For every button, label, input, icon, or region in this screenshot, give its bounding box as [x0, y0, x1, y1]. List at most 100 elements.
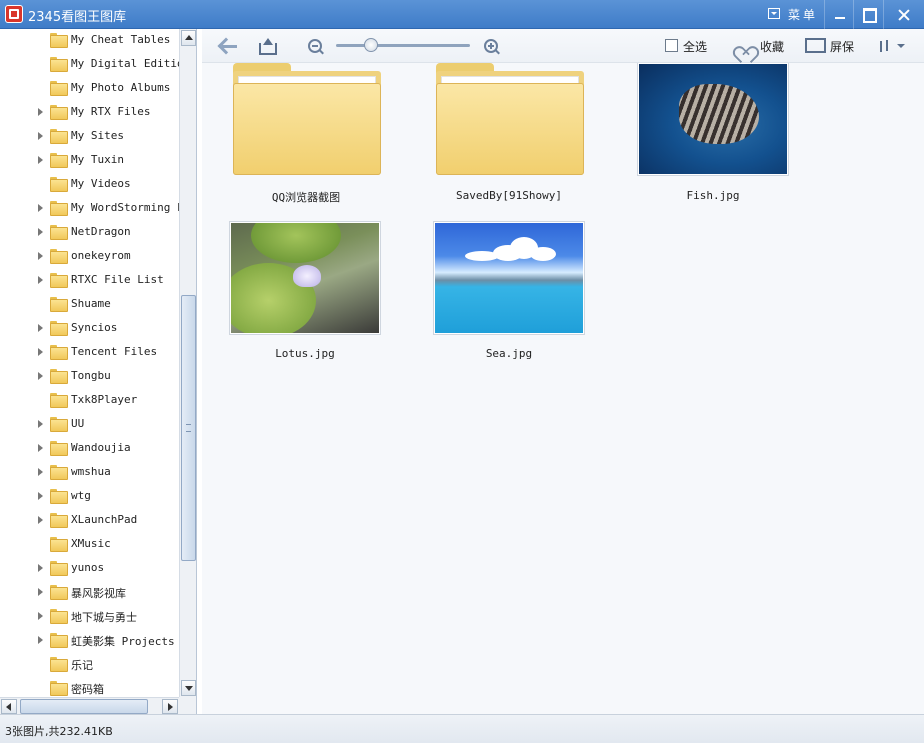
folder-tree: My Cheat Tables My Digital Editions My Pho… [0, 29, 179, 697]
favorite-button[interactable]: 收藏 [760, 38, 784, 55]
folder-tile[interactable]: QQ浏览器截图 [230, 63, 382, 213]
sidebar-folder-item[interactable]: My Videos [0, 173, 179, 195]
folder-icon [436, 63, 584, 175]
image-tile[interactable]: Fish.jpg [637, 63, 789, 213]
tile-name: Fish.jpg [686, 189, 740, 202]
sidebar-folder-item[interactable]: RTXC File List [0, 269, 179, 291]
menu-button[interactable]: 菜单 [760, 3, 824, 25]
status-text: 3张图片,共232.41KB [5, 725, 113, 738]
expand-arrow-icon[interactable] [38, 516, 43, 524]
sidebar-folder-item[interactable]: wmshua [0, 461, 179, 483]
expand-arrow-icon[interactable] [38, 444, 43, 452]
sort-icon[interactable] [878, 38, 905, 54]
close-button[interactable] [883, 0, 924, 29]
expand-arrow-icon[interactable] [38, 588, 43, 596]
screensaver-button[interactable]: 屏保 [830, 38, 854, 55]
sidebar-folder-item[interactable]: yunos [0, 557, 179, 579]
sidebar-folder-item[interactable]: XLaunchPad [0, 509, 179, 531]
scroll-right-button[interactable] [162, 699, 178, 714]
sidebar-folder-label: My Digital Editions [71, 57, 179, 70]
scroll-thumb[interactable] [181, 295, 196, 561]
folder-icon [50, 57, 68, 72]
sidebar-folder-item[interactable]: Shuame [0, 293, 179, 315]
sidebar-folder-item[interactable]: onekeyrom [0, 245, 179, 267]
zoom-slider[interactable] [336, 38, 470, 52]
expand-arrow-icon[interactable] [38, 252, 43, 260]
sidebar-folder-item[interactable]: Txk8Player [0, 389, 179, 411]
sidebar-folder-item[interactable]: 虹美影集 Projects [0, 629, 179, 651]
sidebar-folder-item[interactable]: My Photo Albums [0, 77, 179, 99]
expand-arrow-icon[interactable] [38, 108, 43, 116]
sidebar-folder-item[interactable]: XMusic [0, 533, 179, 555]
expand-arrow-icon[interactable] [38, 372, 43, 380]
sidebar-folder-item[interactable]: 地下城与勇士 [0, 605, 179, 627]
sidebar-folder-label: Shuame [71, 297, 111, 310]
sidebar-folder-item[interactable]: My Digital Editions [0, 53, 179, 75]
sidebar-folder-item[interactable]: UU [0, 413, 179, 435]
folder-icon [50, 537, 68, 552]
folder-tree-panel: My Cheat Tables My Digital Editions My Pho… [0, 29, 197, 714]
sidebar-folder-item[interactable]: My Cheat Tables [0, 29, 179, 51]
select-all-checkbox[interactable] [665, 39, 678, 52]
menu-label: 菜单 [788, 8, 819, 22]
horizontal-scrollbar[interactable] [0, 697, 179, 714]
expand-arrow-icon[interactable] [38, 156, 43, 164]
sidebar-folder-item[interactable]: 密码箱 [0, 677, 179, 697]
sidebar-folder-item[interactable]: My Tuxin [0, 149, 179, 171]
sidebar-folder-item[interactable]: Tencent Files [0, 341, 179, 363]
monitor-icon[interactable] [805, 38, 826, 53]
expand-arrow-icon[interactable] [38, 468, 43, 476]
up-folder-icon[interactable] [258, 38, 277, 55]
maximize-button[interactable] [853, 0, 883, 29]
scroll-up-button[interactable] [181, 30, 196, 46]
sidebar-folder-item[interactable]: wtg [0, 485, 179, 507]
sidebar-folder-item[interactable]: Wandoujia [0, 437, 179, 459]
zoom-in-icon[interactable] [484, 39, 498, 53]
scroll-left-button[interactable] [1, 699, 17, 714]
sidebar-folder-item[interactable]: My WordStorming Files [0, 197, 179, 219]
folder-icon [50, 489, 68, 504]
folder-icon [50, 513, 68, 528]
thumbnail-grid: QQ浏览器截图 SavedBy[91Showy] Fish.jpg Lotus.… [202, 63, 924, 714]
sidebar-folder-item[interactable]: My Sites [0, 125, 179, 147]
expand-arrow-icon[interactable] [38, 276, 43, 284]
sidebar-folder-item[interactable]: My RTX Files [0, 101, 179, 123]
sidebar-folder-item[interactable]: Tongbu [0, 365, 179, 387]
expand-arrow-icon[interactable] [38, 612, 43, 620]
sidebar-folder-label: My Videos [71, 177, 131, 190]
expand-arrow-icon[interactable] [38, 204, 43, 212]
sidebar-folder-label: My RTX Files [71, 105, 151, 118]
sidebar-folder-item[interactable]: Syncios [0, 317, 179, 339]
scroll-down-button[interactable] [181, 680, 196, 696]
sidebar-folder-item[interactable]: 暴风影视库 [0, 581, 179, 603]
image-tile[interactable]: Lotus.jpg [229, 221, 381, 371]
back-icon[interactable] [220, 38, 238, 54]
expand-arrow-icon[interactable] [38, 348, 43, 356]
minimize-button[interactable] [824, 0, 854, 29]
sidebar-folder-label: 乐记 [71, 659, 93, 672]
sidebar-folder-item[interactable]: 乐记 [0, 653, 179, 675]
image-tile[interactable]: Sea.jpg [433, 221, 585, 371]
sidebar-folder-label: XLaunchPad [71, 513, 138, 526]
tile-name: SavedBy[91Showy] [456, 189, 562, 202]
folder-icon [50, 657, 68, 672]
expand-arrow-icon[interactable] [38, 420, 43, 428]
expand-arrow-icon[interactable] [38, 564, 43, 572]
sidebar-folder-label: My WordStorming Files [71, 201, 179, 214]
folder-tile[interactable]: SavedBy[91Showy] [433, 63, 585, 213]
vertical-scrollbar[interactable] [179, 29, 196, 697]
expand-arrow-icon[interactable] [38, 492, 43, 500]
sidebar-folder-label: My Tuxin [71, 153, 124, 166]
zoom-slider-knob[interactable] [364, 38, 378, 52]
expand-arrow-icon[interactable] [38, 324, 43, 332]
sidebar-folder-label: RTXC File List [71, 273, 164, 286]
horizontal-scroll-thumb[interactable] [20, 699, 148, 714]
image-thumbnail [229, 221, 381, 335]
expand-arrow-icon[interactable] [38, 132, 43, 140]
expand-arrow-icon[interactable] [38, 636, 43, 644]
zoom-out-icon[interactable] [308, 39, 322, 53]
sidebar-folder-item[interactable]: NetDragon [0, 221, 179, 243]
heart-icon[interactable] [735, 38, 753, 54]
select-all-label[interactable]: 全选 [683, 38, 707, 55]
expand-arrow-icon[interactable] [38, 228, 43, 236]
